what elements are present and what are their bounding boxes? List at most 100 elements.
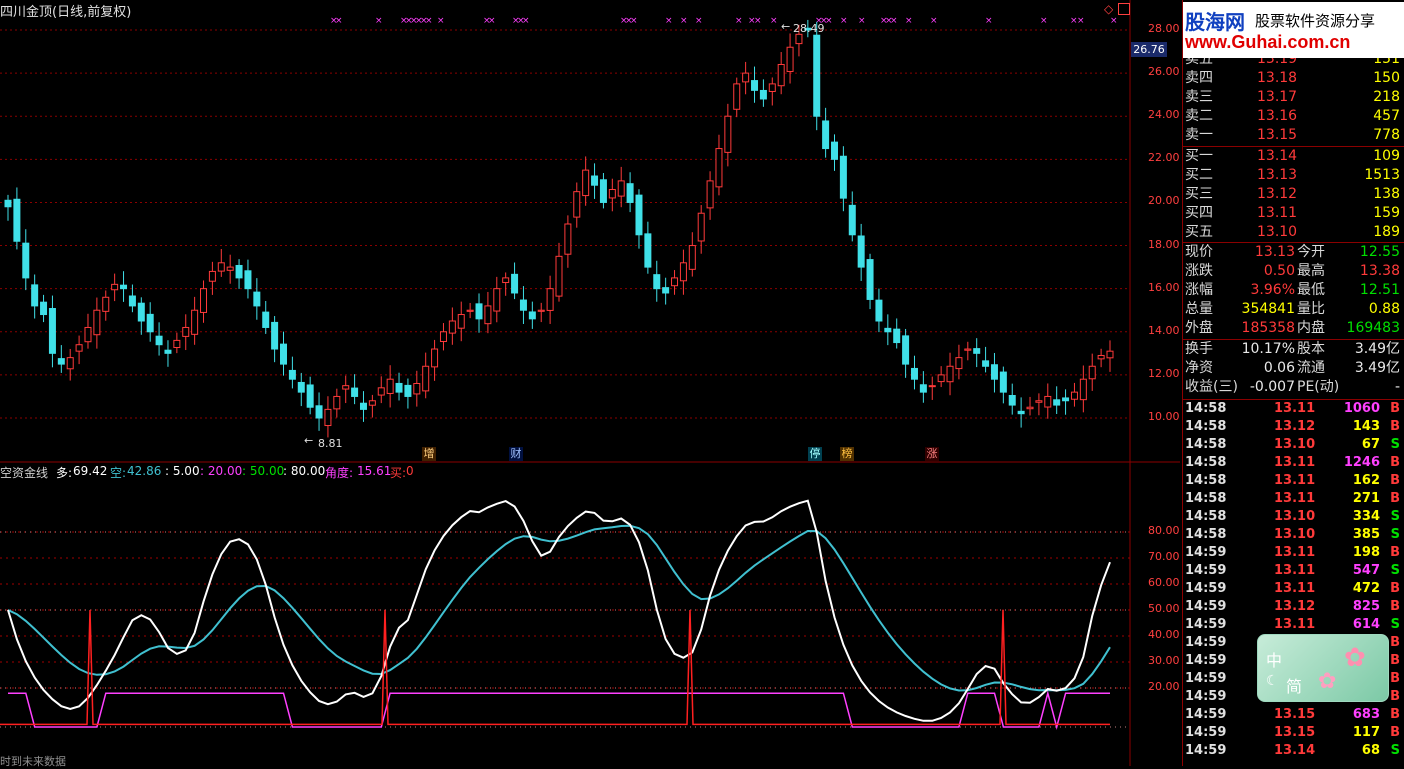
tick-row[interactable]: 14:58 13.11 1246 B: [1184, 454, 1402, 472]
tick-row[interactable]: 14:59 13.15 117 B: [1184, 724, 1402, 742]
angle-line: [8, 690, 1110, 730]
tick-time: 14:58: [1185, 401, 1227, 416]
candle-body: [1053, 399, 1061, 406]
tick-time: 14:59: [1185, 599, 1227, 614]
event-marker-zhang[interactable]: 涨: [925, 447, 939, 461]
signal-marker: ×: [335, 16, 343, 26]
price-tick-label: 20.00: [1148, 194, 1180, 208]
order-book-row[interactable]: 买二 13.13 1513: [1185, 166, 1404, 185]
candle-body: [315, 405, 323, 419]
fund-label: 流通: [1297, 360, 1325, 376]
order-book-row[interactable]: 买三 13.12 138: [1185, 185, 1404, 204]
signal-marker: ×: [905, 16, 913, 26]
signal-marker: ×: [735, 16, 743, 26]
ime-float-widget[interactable]: 中 ☾ 简 ✿ ✿: [1257, 634, 1389, 702]
order-label: 卖三: [1185, 89, 1213, 105]
candle-body: [422, 365, 430, 392]
candle-body: [982, 360, 990, 367]
candle-body: [22, 242, 30, 279]
event-marker-zeng[interactable]: 增: [422, 447, 436, 461]
tick-side: B: [1390, 653, 1400, 668]
tick-row[interactable]: 14:59 13.15 683 B: [1184, 706, 1402, 724]
order-volume: 150: [1373, 70, 1400, 86]
order-price: 13.11: [1257, 205, 1298, 221]
price-tick-label: 14.00: [1148, 323, 1180, 337]
candle-body: [93, 309, 101, 336]
stat-label: 最低: [1297, 282, 1325, 298]
tick-row[interactable]: 14:58 13.11 1060 B: [1184, 400, 1402, 418]
order-book-row[interactable]: 卖三 13.17 218: [1185, 88, 1404, 107]
candle-body: [413, 383, 421, 395]
fund-value: 3.49亿: [1354, 360, 1400, 376]
candle-body: [359, 402, 367, 410]
kline-chart[interactable]: ×× × ×××××× × ×× ××× ××× × × × × ×× × ××× × × ××× × × × × × × ×: [0, 0, 1180, 766]
watermark-brand: 股海网: [1185, 10, 1245, 34]
tick-price: 13.10: [1274, 509, 1316, 524]
tick-row[interactable]: 14:59 13.11 614 S: [1184, 616, 1402, 634]
tick-row[interactable]: 14:58 13.12 143 B: [1184, 418, 1402, 436]
order-label: 买三: [1185, 186, 1213, 202]
event-marker-cai[interactable]: 财: [509, 447, 523, 461]
candle-body: [946, 365, 954, 383]
candle-body: [217, 262, 225, 272]
tick-row[interactable]: 14:58 13.10 334 S: [1184, 508, 1402, 526]
candle-body: [555, 255, 563, 297]
order-book-row[interactable]: 卖一 13.15 778: [1185, 126, 1404, 145]
order-book-row[interactable]: 买四 13.11 159: [1185, 204, 1404, 223]
event-marker-bang[interactable]: 榜: [840, 447, 854, 461]
order-book-row[interactable]: 买一 13.14 109: [1185, 147, 1404, 166]
tick-row[interactable]: 14:59 13.12 825 B: [1184, 598, 1402, 616]
fund-row: PE(动) -: [1295, 378, 1402, 397]
tick-row[interactable]: 14:59 13.11 472 B: [1184, 580, 1402, 598]
candle-body: [253, 291, 261, 307]
order-label: 卖一: [1185, 127, 1213, 143]
order-book-row[interactable]: 卖二 13.16 457: [1185, 107, 1404, 126]
tick-volume: 334: [1352, 509, 1380, 524]
kong-label: 空:: [110, 466, 127, 480]
candle-body: [484, 305, 492, 325]
moon-icon[interactable]: ☾: [1266, 673, 1279, 689]
stat-value: 0.88: [1368, 301, 1400, 317]
candle-body: [368, 400, 376, 406]
high-price-label: 28.49: [793, 22, 825, 35]
fund-value: 0.06: [1263, 360, 1295, 376]
tick-time: 14:59: [1185, 707, 1227, 722]
candle-body: [84, 326, 92, 343]
stat-value: 3.96%: [1250, 282, 1295, 298]
tick-row[interactable]: 14:59 13.11 198 B: [1184, 544, 1402, 562]
order-volume: 778: [1373, 127, 1400, 143]
tick-row[interactable]: 14:58 13.10 67 S: [1184, 436, 1402, 454]
tick-time: 14:59: [1185, 545, 1227, 560]
close-box-icon[interactable]: [1118, 3, 1130, 15]
signal-marker: ×: [858, 16, 866, 26]
order-book-row[interactable]: 买五 13.10 189: [1185, 223, 1404, 242]
ime-mode-chinese[interactable]: 中: [1266, 647, 1282, 671]
indicator-tick-label: 30.00: [1148, 654, 1180, 667]
stat-row: 今开 12.55: [1295, 243, 1402, 262]
diamond-icon[interactable]: ◇: [1104, 2, 1113, 16]
signal-marker: ×: [425, 16, 433, 26]
tick-volume: 67: [1361, 437, 1380, 452]
stat-value: 12.51: [1359, 282, 1400, 298]
order-book-row[interactable]: 卖四 13.18 150: [1185, 69, 1404, 88]
ime-mode-simplified[interactable]: 简: [1286, 673, 1302, 697]
candle-body: [1079, 378, 1087, 401]
tick-side: B: [1390, 725, 1400, 740]
tick-row[interactable]: 14:58 13.11 271 B: [1184, 490, 1402, 508]
candle-body: [404, 384, 412, 397]
tick-row[interactable]: 14:59 13.14 68 S: [1184, 742, 1402, 760]
order-label: 卖四: [1185, 70, 1213, 86]
tick-volume: 825: [1352, 599, 1380, 614]
order-price: 13.10: [1257, 224, 1298, 240]
tick-row[interactable]: 14:58 13.10 385 S: [1184, 526, 1402, 544]
tick-row[interactable]: 14:58 13.11 162 B: [1184, 472, 1402, 490]
order-price: 13.17: [1257, 89, 1298, 105]
candle-body: [280, 343, 287, 365]
candle-body: [795, 33, 803, 45]
price-tick-label: 22.00: [1148, 151, 1180, 165]
candle-body: [1097, 354, 1105, 360]
event-marker-ting[interactable]: 停: [808, 447, 822, 461]
tick-row[interactable]: 14:59 13.11 547 S: [1184, 562, 1402, 580]
price-tick-label: 24.00: [1148, 108, 1180, 122]
candle-body: [697, 212, 705, 242]
